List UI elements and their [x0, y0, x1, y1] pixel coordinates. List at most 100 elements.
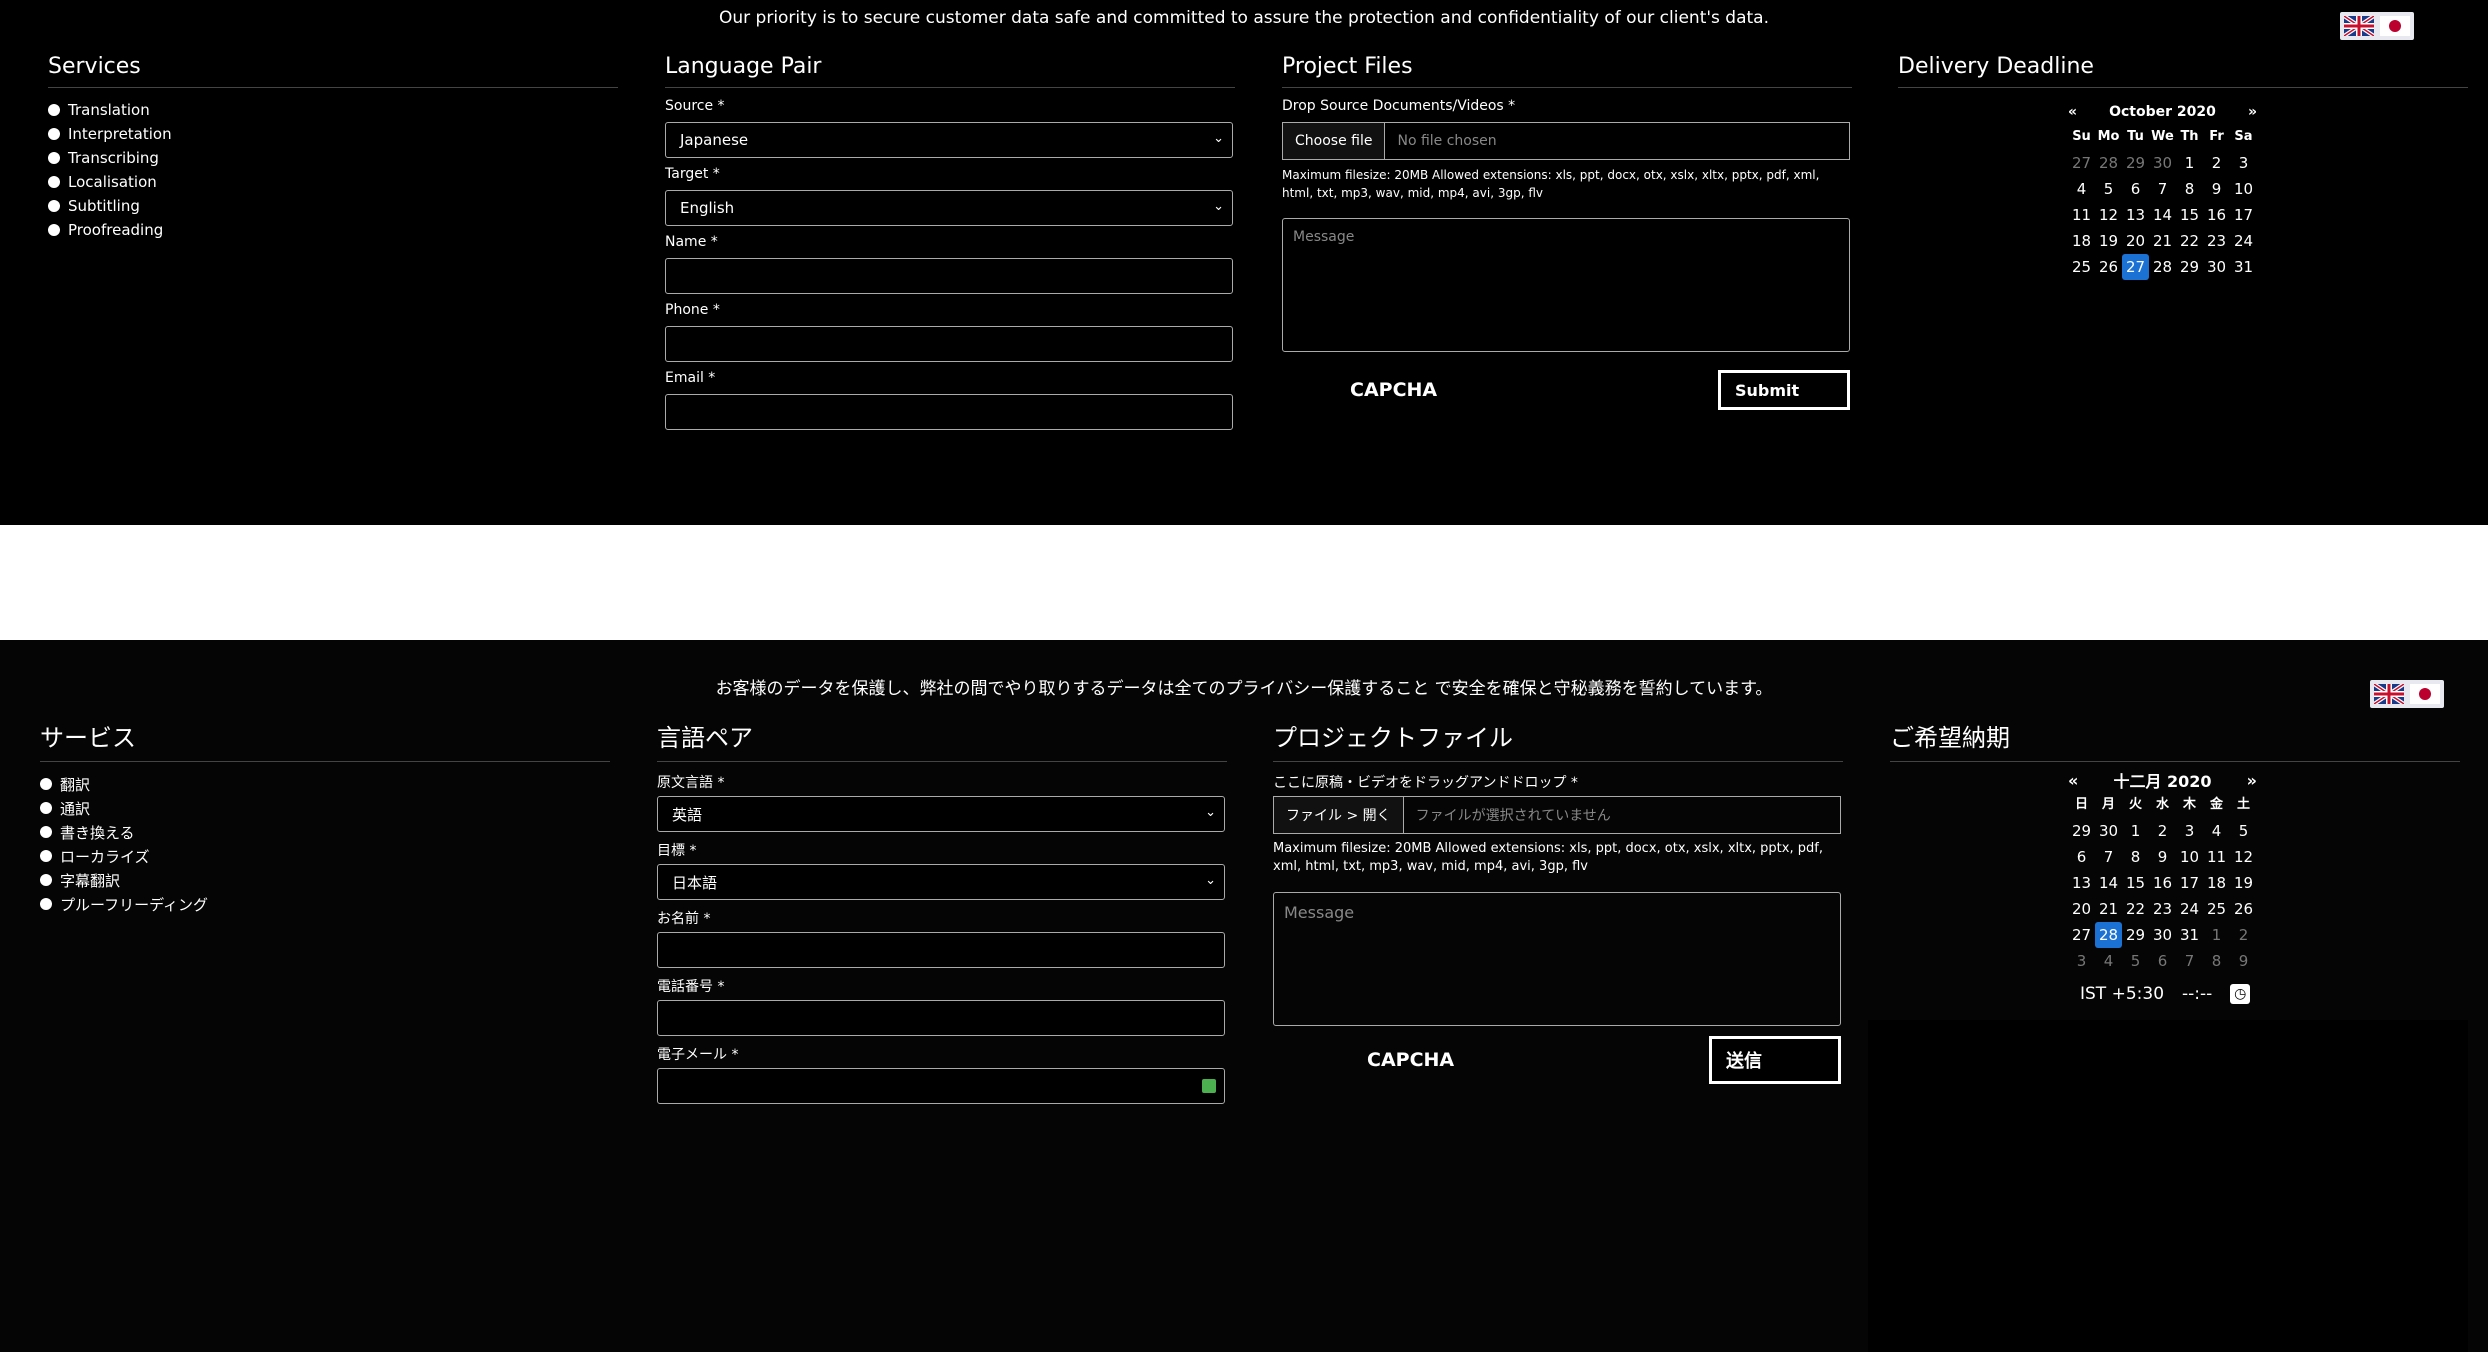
calendar-day[interactable]: 1: [2122, 818, 2149, 844]
calendar-day[interactable]: 28: [2149, 254, 2176, 280]
calendar-day[interactable]: 14: [2149, 202, 2176, 228]
file-input[interactable]: Choose file No file chosen: [1282, 122, 1850, 160]
calendar-day[interactable]: 8: [2122, 844, 2149, 870]
service-item[interactable]: Interpretation: [48, 122, 618, 146]
phone-input[interactable]: [665, 326, 1233, 362]
time-input[interactable]: --:--: [2182, 984, 2212, 1004]
radio-icon[interactable]: [40, 778, 52, 790]
service-item[interactable]: Localisation: [48, 170, 618, 194]
calendar-day[interactable]: 13: [2068, 870, 2095, 896]
calendar-day[interactable]: 18: [2203, 870, 2230, 896]
submit-button[interactable]: Submit: [1718, 370, 1850, 410]
email-input[interactable]: [657, 1068, 1225, 1104]
calendar-day[interactable]: 7: [2149, 176, 2176, 202]
radio-icon[interactable]: [48, 152, 60, 164]
calendar-day[interactable]: 23: [2203, 228, 2230, 254]
service-item[interactable]: ローカライズ: [40, 844, 610, 868]
calendar-day[interactable]: 10: [2176, 844, 2203, 870]
calendar-day[interactable]: 17: [2176, 870, 2203, 896]
calendar-day[interactable]: 2: [2230, 922, 2257, 948]
calendar-day[interactable]: 2: [2203, 150, 2230, 176]
calendar-day[interactable]: 13: [2122, 202, 2149, 228]
service-item[interactable]: 字幕翻訳: [40, 868, 610, 892]
choose-file-button[interactable]: Choose file: [1283, 123, 1386, 159]
calendar-day[interactable]: 6: [2149, 948, 2176, 974]
calendar-day[interactable]: 1: [2203, 922, 2230, 948]
name-input[interactable]: [657, 932, 1225, 968]
source-select[interactable]: Japanese ⌄: [665, 122, 1233, 158]
calendar-day[interactable]: 20: [2068, 896, 2095, 922]
service-item[interactable]: プルーフリーディング: [40, 892, 610, 916]
radio-icon[interactable]: [48, 200, 60, 212]
radio-icon[interactable]: [48, 104, 60, 116]
calendar-day[interactable]: 25: [2203, 896, 2230, 922]
service-item[interactable]: 書き換える: [40, 820, 610, 844]
target-select[interactable]: 日本語 ⌄: [657, 864, 1225, 900]
next-month-button[interactable]: »: [2247, 771, 2257, 790]
calendar-day[interactable]: 24: [2230, 228, 2257, 254]
radio-icon[interactable]: [48, 176, 60, 188]
message-textarea[interactable]: Message: [1273, 892, 1841, 1026]
calendar-day[interactable]: 16: [2149, 870, 2176, 896]
calendar-day-selected[interactable]: 28: [2095, 922, 2122, 948]
service-item[interactable]: 翻訳: [40, 772, 610, 796]
radio-icon[interactable]: [40, 850, 52, 862]
calendar-day[interactable]: 3: [2230, 150, 2257, 176]
calendar-day[interactable]: 17: [2230, 202, 2257, 228]
service-item[interactable]: Proofreading: [48, 218, 618, 242]
next-month-button[interactable]: »: [2248, 104, 2257, 120]
file-input[interactable]: ファイル > 開く ファイルが選択されていません: [1273, 796, 1841, 834]
calendar-day[interactable]: 29: [2122, 150, 2149, 176]
choose-file-button[interactable]: ファイル > 開く: [1274, 797, 1404, 833]
calendar-day[interactable]: 28: [2095, 150, 2122, 176]
radio-icon[interactable]: [40, 826, 52, 838]
calendar-day[interactable]: 4: [2095, 948, 2122, 974]
calendar-day[interactable]: 29: [2122, 922, 2149, 948]
email-input[interactable]: [665, 394, 1233, 430]
calendar-day[interactable]: 12: [2095, 202, 2122, 228]
calendar-day[interactable]: 3: [2176, 818, 2203, 844]
calendar-day[interactable]: 4: [2068, 176, 2095, 202]
calendar-day[interactable]: 26: [2230, 896, 2257, 922]
calendar-day[interactable]: 24: [2176, 896, 2203, 922]
service-item[interactable]: Transcribing: [48, 146, 618, 170]
calendar-day[interactable]: 21: [2095, 896, 2122, 922]
calendar-day[interactable]: 12: [2230, 844, 2257, 870]
calendar-day[interactable]: 8: [2176, 176, 2203, 202]
uk-flag-icon[interactable]: [2374, 684, 2404, 704]
calendar-day[interactable]: 9: [2203, 176, 2230, 202]
calendar-day[interactable]: 16: [2203, 202, 2230, 228]
calendar-day[interactable]: 27: [2068, 150, 2095, 176]
calendar-day[interactable]: 19: [2095, 228, 2122, 254]
target-select[interactable]: English ⌄: [665, 190, 1233, 226]
phone-input[interactable]: [657, 1000, 1225, 1036]
calendar-day[interactable]: 23: [2149, 896, 2176, 922]
calendar-day[interactable]: 22: [2176, 228, 2203, 254]
service-item[interactable]: 通訳: [40, 796, 610, 820]
calendar-day[interactable]: 2: [2149, 818, 2176, 844]
calendar-day[interactable]: 6: [2068, 844, 2095, 870]
calendar-day[interactable]: 6: [2122, 176, 2149, 202]
calendar-day[interactable]: 30: [2149, 922, 2176, 948]
calendar-day[interactable]: 11: [2203, 844, 2230, 870]
service-item[interactable]: Subtitling: [48, 194, 618, 218]
calendar-day[interactable]: 10: [2230, 176, 2257, 202]
name-input[interactable]: [665, 258, 1233, 294]
prev-month-button[interactable]: «: [2068, 104, 2077, 120]
calendar-day[interactable]: 30: [2203, 254, 2230, 280]
calendar-day[interactable]: 30: [2095, 818, 2122, 844]
calendar-day[interactable]: 29: [2176, 254, 2203, 280]
radio-icon[interactable]: [48, 128, 60, 140]
calendar-day-selected[interactable]: 27: [2122, 254, 2149, 280]
calendar-day[interactable]: 29: [2068, 818, 2095, 844]
calendar-day[interactable]: 15: [2122, 870, 2149, 896]
radio-icon[interactable]: [40, 874, 52, 886]
calendar-day[interactable]: 11: [2068, 202, 2095, 228]
calendar-day[interactable]: 5: [2122, 948, 2149, 974]
japan-flag-icon[interactable]: [2410, 684, 2440, 704]
calendar-day[interactable]: 7: [2095, 844, 2122, 870]
calendar-day[interactable]: 4: [2203, 818, 2230, 844]
calendar-day[interactable]: 21: [2149, 228, 2176, 254]
clock-icon[interactable]: ◷: [2230, 984, 2251, 1004]
calendar-day[interactable]: 22: [2122, 896, 2149, 922]
